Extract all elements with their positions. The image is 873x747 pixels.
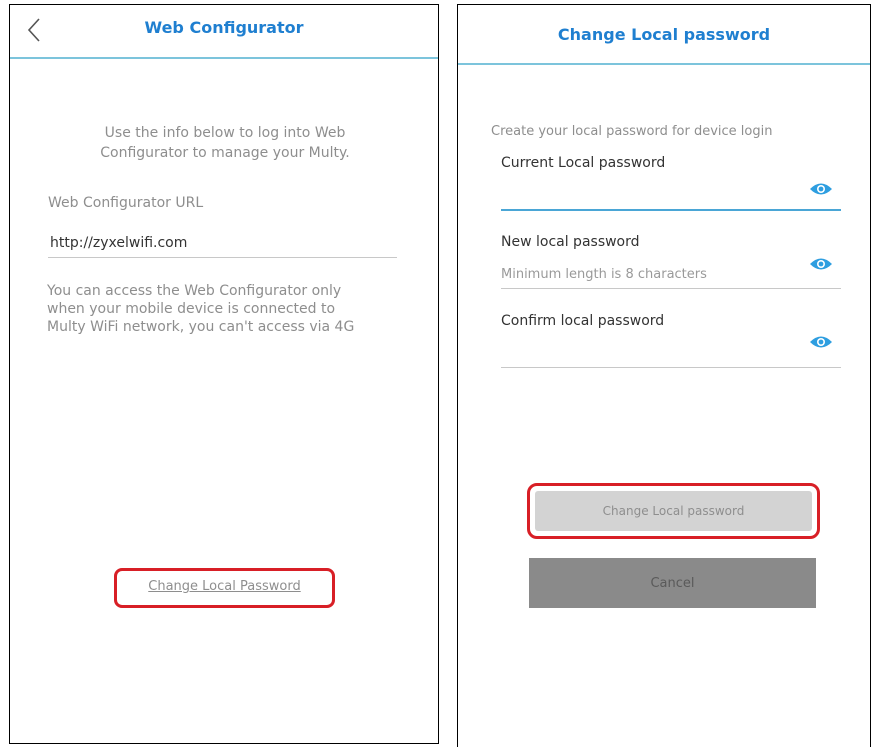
eye-icon[interactable] — [809, 256, 833, 272]
header-divider — [10, 57, 438, 59]
confirm-password-underline — [501, 367, 841, 368]
eye-icon[interactable] — [809, 334, 833, 350]
current-password-underline — [501, 209, 841, 211]
new-password-input[interactable] — [501, 262, 841, 286]
current-password-label: Current Local password — [501, 155, 666, 171]
header: Change Local password — [458, 5, 870, 63]
web-configurator-screen: Web Configurator Use the info below to l… — [9, 4, 439, 744]
url-value: http://zyxelwifi.com — [50, 235, 188, 251]
change-local-password-button[interactable]: Change Local password — [535, 491, 812, 531]
highlight-box: Change Local password — [527, 483, 820, 539]
confirm-password-label: Confirm local password — [501, 313, 665, 329]
url-underline — [48, 257, 397, 258]
subtitle: Create your local password for device lo… — [491, 124, 773, 139]
change-password-screen: Change Local password Create your local … — [457, 4, 871, 747]
change-local-password-link[interactable]: Change Local Password — [117, 579, 332, 594]
access-note: You can access the Web Configurator only… — [47, 283, 355, 335]
url-label: Web Configurator URL — [48, 195, 204, 211]
intro-text: Use the info below to log into Web Confi… — [100, 125, 350, 161]
current-password-input[interactable] — [501, 183, 841, 207]
new-password-underline — [501, 288, 841, 289]
highlight-box: Change Local Password — [114, 568, 335, 608]
confirm-password-input[interactable] — [501, 340, 841, 364]
cancel-button[interactable]: Cancel — [529, 558, 816, 608]
header: Web Configurator — [10, 5, 438, 57]
header-divider — [458, 63, 870, 65]
page-title: Change Local password — [557, 25, 771, 44]
new-password-label: New local password — [501, 234, 640, 250]
eye-icon[interactable] — [809, 181, 833, 197]
page-title: Web Configurator — [144, 18, 304, 37]
